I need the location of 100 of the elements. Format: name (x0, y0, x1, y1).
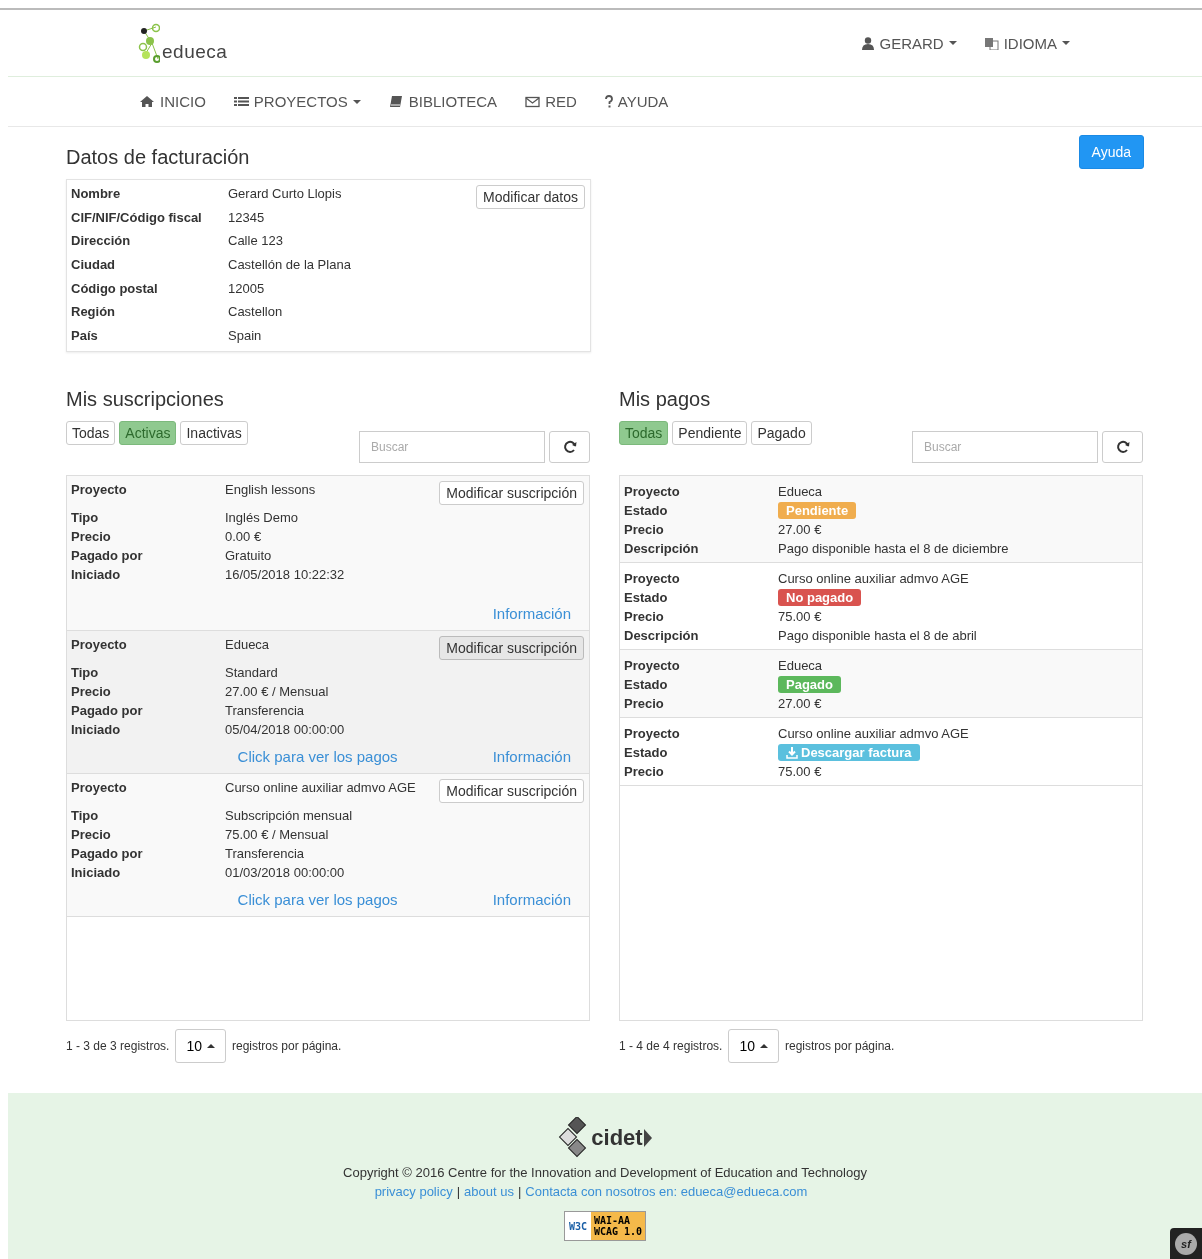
field-label: Región (71, 304, 117, 320)
debug-toolbar-button[interactable]: sf (1170, 1228, 1202, 1259)
modify-data-button[interactable]: Modificar datos (476, 185, 585, 209)
field-value: 75.00 € (778, 609, 822, 625)
search-field[interactable]: Buscar (359, 431, 545, 464)
page-size-select[interactable]: 10 (175, 1029, 226, 1064)
section-title: Mis pagos (619, 388, 712, 412)
logo-text: edueca (162, 41, 228, 63)
field-label: Precio (624, 522, 665, 538)
envelope-icon (525, 95, 541, 108)
section-title: Datos de facturación (66, 146, 251, 169)
field-value: Gerard Curto Llopis (228, 186, 342, 202)
field-label: Pagado por (71, 548, 144, 564)
field-label: Proyecto (71, 780, 128, 796)
field-label: Proyecto (71, 482, 128, 498)
field-value: Castellón de la Plana (228, 257, 351, 273)
field-label: Iniciado (71, 567, 122, 583)
user-icon (862, 36, 875, 50)
field-value: Gratuito (225, 548, 272, 564)
field-value: Spain (228, 327, 262, 343)
field-value: 12345 (228, 209, 265, 225)
field-label: Proyecto (624, 658, 681, 674)
filter-button[interactable]: Todas (619, 421, 669, 446)
field-value: Subscripción mensual (225, 808, 353, 824)
field-label: CIF/NIF/Código fiscal (71, 209, 203, 225)
field-value: Castellon (228, 304, 283, 320)
field-value: Curso online auxiliar admvo AGE (778, 571, 969, 587)
modify-subscription-button[interactable]: Modificar suscripción (439, 779, 584, 804)
logo-molecule-icon (138, 23, 160, 63)
link-separator: | (456, 1184, 461, 1200)
field-label: Código postal (71, 280, 159, 296)
home-icon (140, 95, 155, 108)
field-label: Descripción (624, 628, 700, 644)
search-field[interactable]: Buscar (912, 431, 1098, 464)
nav-item[interactable]: RED (525, 93, 577, 110)
download-icon (786, 746, 798, 759)
field-label: Tipo (71, 665, 100, 681)
field-value: Pago disponible hasta el 8 de abril (778, 628, 977, 644)
filter-button[interactable]: Todas (66, 421, 116, 446)
modify-subscription-button[interactable]: Modificar suscripción (439, 481, 584, 506)
field-label: Proyecto (624, 726, 681, 742)
field-value: Edueca (778, 484, 823, 500)
field-label: Estado (624, 745, 669, 761)
pagination-label: registros por página. (784, 1039, 895, 1054)
refresh-button[interactable] (1102, 431, 1143, 464)
pagination-summary: 1 - 3 de 3 registros. (66, 1039, 170, 1054)
field-label: Pagado por (71, 703, 144, 719)
translate-icon (984, 36, 999, 50)
field-label: Estado (624, 590, 669, 606)
refresh-icon (562, 440, 577, 455)
field-label: Proyecto (624, 484, 681, 500)
field-value: 27.00 € (778, 522, 822, 538)
refresh-icon (1115, 440, 1130, 455)
field-value: Transferencia (225, 703, 304, 719)
field-label: Nombre (71, 186, 122, 202)
nav-item[interactable]: AYUDA (604, 93, 669, 110)
language-menu[interactable]: IDIOMA (984, 34, 1070, 52)
link-separator: | (517, 1184, 522, 1200)
status-badge: Pagado (778, 676, 841, 694)
field-value: Edueca (778, 658, 823, 674)
modify-subscription-button[interactable]: Modificar suscripción (439, 636, 584, 661)
page-size-select[interactable]: 10 (728, 1029, 779, 1064)
field-value: Standard (225, 665, 278, 681)
section-title: Mis suscripciones (66, 388, 225, 412)
status-badge: No pagado (778, 589, 862, 607)
filter-button[interactable]: Inactivas (180, 421, 248, 446)
status-badge: Pendiente (778, 502, 857, 520)
field-value: Edueca (225, 637, 270, 653)
field-value: Calle 123 (228, 233, 283, 249)
field-value: Curso online auxiliar admvo AGE (778, 726, 969, 742)
field-label: Iniciado (71, 865, 122, 881)
field-value: 27.00 € / Mensual (225, 684, 329, 700)
field-label: Precio (624, 609, 665, 625)
field-value: English lessons (225, 482, 316, 498)
nav-item[interactable]: INICIO (140, 93, 206, 110)
refresh-button[interactable] (549, 431, 590, 464)
field-label: Estado (624, 677, 669, 693)
field-value: Pago disponible hasta el 8 de diciembre (778, 541, 1009, 557)
field-label: Proyecto (71, 637, 128, 653)
field-value: 01/03/2018 00:00:00 (225, 865, 345, 881)
field-value: 05/04/2018 00:00:00 (225, 722, 345, 738)
help-icon (604, 95, 613, 108)
filter-button[interactable]: Pagado (751, 421, 812, 446)
nav-item[interactable]: PROYECTOS (233, 93, 361, 110)
field-label: Estado (624, 503, 669, 519)
pagination-label: registros por página. (231, 1039, 342, 1054)
field-label: Descripción (624, 541, 700, 557)
logo[interactable]: edueca (138, 23, 228, 63)
user-menu[interactable]: GERARD (862, 34, 957, 52)
copyright-text: Copyright © 2016 Centre for the Innovation and Development of Education and Technology (343, 1165, 867, 1181)
field-label: Dirección (71, 233, 132, 249)
field-value: Transferencia (225, 846, 304, 862)
field-value: Inglés Demo (225, 510, 298, 526)
field-label: Tipo (71, 510, 100, 526)
field-label: Precio (71, 827, 112, 843)
field-label: País (71, 327, 99, 343)
nav-item[interactable]: BIBLIOTECA (388, 93, 498, 110)
field-value: 27.00 € (778, 696, 822, 712)
filter-button[interactable]: Pendiente (672, 421, 748, 446)
field-value: 75.00 € (778, 764, 822, 780)
